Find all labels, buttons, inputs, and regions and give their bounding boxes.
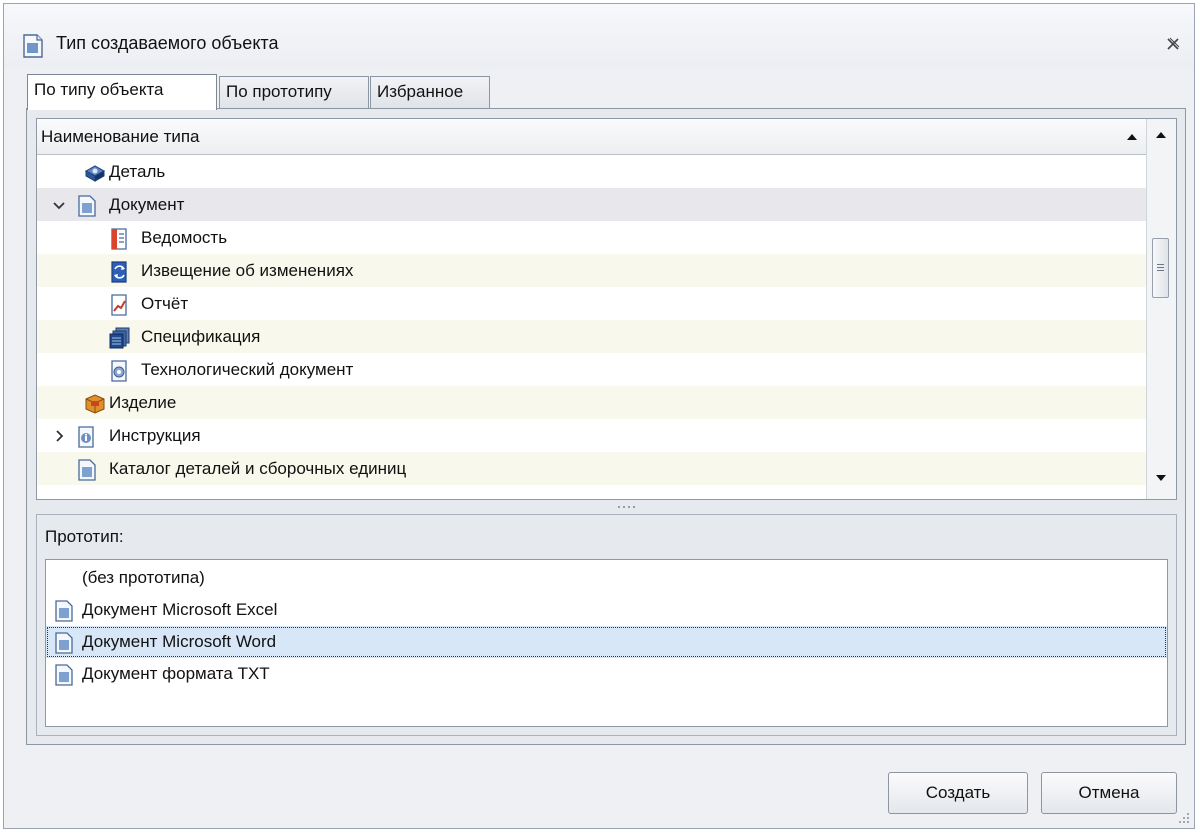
tree-row-label: Технологический документ (141, 360, 354, 379)
sort-ascending-icon (1127, 134, 1137, 140)
dialog-title: Тип создаваемого объекта (56, 33, 279, 53)
column-header[interactable]: Наименование типа (37, 119, 1148, 155)
tree-row-specification[interactable]: Спецификация (37, 320, 1148, 353)
resize-grip-icon[interactable] (1178, 812, 1190, 824)
tree-row-label: Деталь (109, 162, 166, 181)
tree-row-document[interactable]: Документ (37, 188, 1148, 221)
scroll-thumb[interactable] (1152, 238, 1169, 298)
document-icon (77, 195, 97, 217)
prototype-item-label: Документ формата TXT (82, 664, 270, 683)
tree-row-statement[interactable]: Ведомость (37, 221, 1148, 254)
tab-by-prototype[interactable]: По прототипу (219, 76, 369, 108)
document-icon (54, 600, 74, 622)
prototype-group: Прототип: (без прототипа) Документ Micro… (36, 514, 1177, 736)
tree-row-instruction[interactable]: Инструкция (37, 419, 1148, 452)
tree-row-product[interactable]: Изделие (37, 386, 1148, 419)
tab-favorites[interactable]: Избранное (370, 76, 490, 108)
tree-row-change-notice[interactable]: Извещение об изменениях (37, 254, 1148, 287)
prototype-item-txt[interactable]: Документ формата TXT (46, 658, 1167, 690)
tree-row-label: Изделие (109, 393, 177, 412)
splitter-handle[interactable] (617, 505, 637, 509)
tree-row-label: Отчёт (141, 294, 189, 313)
document-icon (54, 664, 74, 686)
chevron-right-icon[interactable] (52, 428, 66, 442)
title-bar: Тип создаваемого объекта (4, 4, 1194, 68)
prototype-item-none[interactable]: (без прототипа) (46, 562, 1167, 594)
tree-row-label: Каталог деталей и сборочных единиц (109, 459, 407, 478)
tree-row-tech-document[interactable]: Технологический документ (37, 353, 1148, 386)
prototype-item-word[interactable]: Документ Microsoft Word (46, 626, 1167, 658)
tree-row-label: Документ (109, 195, 185, 214)
tab-panel: Наименование типа Деталь Документ Ведомо… (26, 108, 1186, 745)
prototype-item-label: (без прототипа) (82, 568, 205, 587)
type-tree[interactable]: Наименование типа Деталь Документ Ведомо… (36, 118, 1177, 500)
close-button[interactable] (1162, 32, 1184, 54)
prototype-item-label: Документ Microsoft Word (82, 632, 277, 651)
grip-icon (1157, 264, 1164, 265)
tree-row-parts-catalog[interactable]: Каталог деталей и сборочных единиц (37, 452, 1148, 485)
tree-row-label: Спецификация (141, 327, 261, 346)
document-icon (54, 632, 74, 654)
prototype-item-excel[interactable]: Документ Microsoft Excel (46, 594, 1167, 626)
statement-icon (110, 228, 130, 250)
cancel-button[interactable]: Отмена (1041, 772, 1177, 814)
tree-row-label: Извещение об изменениях (141, 261, 354, 280)
tree-row-label: Инструкция (109, 426, 201, 445)
instruction-icon (77, 426, 97, 448)
close-icon (1167, 37, 1180, 50)
document-icon (77, 459, 97, 481)
document-icon (22, 34, 44, 63)
tree-row-report[interactable]: Отчёт (37, 287, 1148, 320)
scroll-down-icon[interactable] (1155, 474, 1167, 482)
prototype-item-label: Документ Microsoft Excel (82, 600, 278, 619)
column-header-label: Наименование типа (41, 127, 200, 146)
tech-document-icon (110, 360, 130, 382)
specification-icon (109, 327, 130, 349)
tab-by-object-type[interactable]: По типу объекта (27, 74, 217, 110)
tree-row-detail[interactable]: Деталь (37, 155, 1148, 188)
button-bar: Создать Отмена (4, 749, 1194, 828)
tree-row-label: Ведомость (141, 228, 228, 247)
chevron-down-icon[interactable] (52, 197, 66, 211)
prototype-list[interactable]: (без прототипа) Документ Microsoft Excel (45, 559, 1168, 727)
product-icon (84, 393, 105, 414)
report-icon (110, 294, 130, 316)
prototype-label: Прототип: (45, 527, 124, 546)
detail-icon (84, 162, 106, 182)
tree-scrollbar[interactable] (1146, 119, 1176, 499)
change-notice-icon (110, 261, 130, 283)
create-object-type-dialog: Тип создаваемого объекта По типу объекта… (3, 3, 1195, 829)
scroll-up-icon[interactable] (1155, 131, 1167, 139)
create-button[interactable]: Создать (888, 772, 1028, 814)
